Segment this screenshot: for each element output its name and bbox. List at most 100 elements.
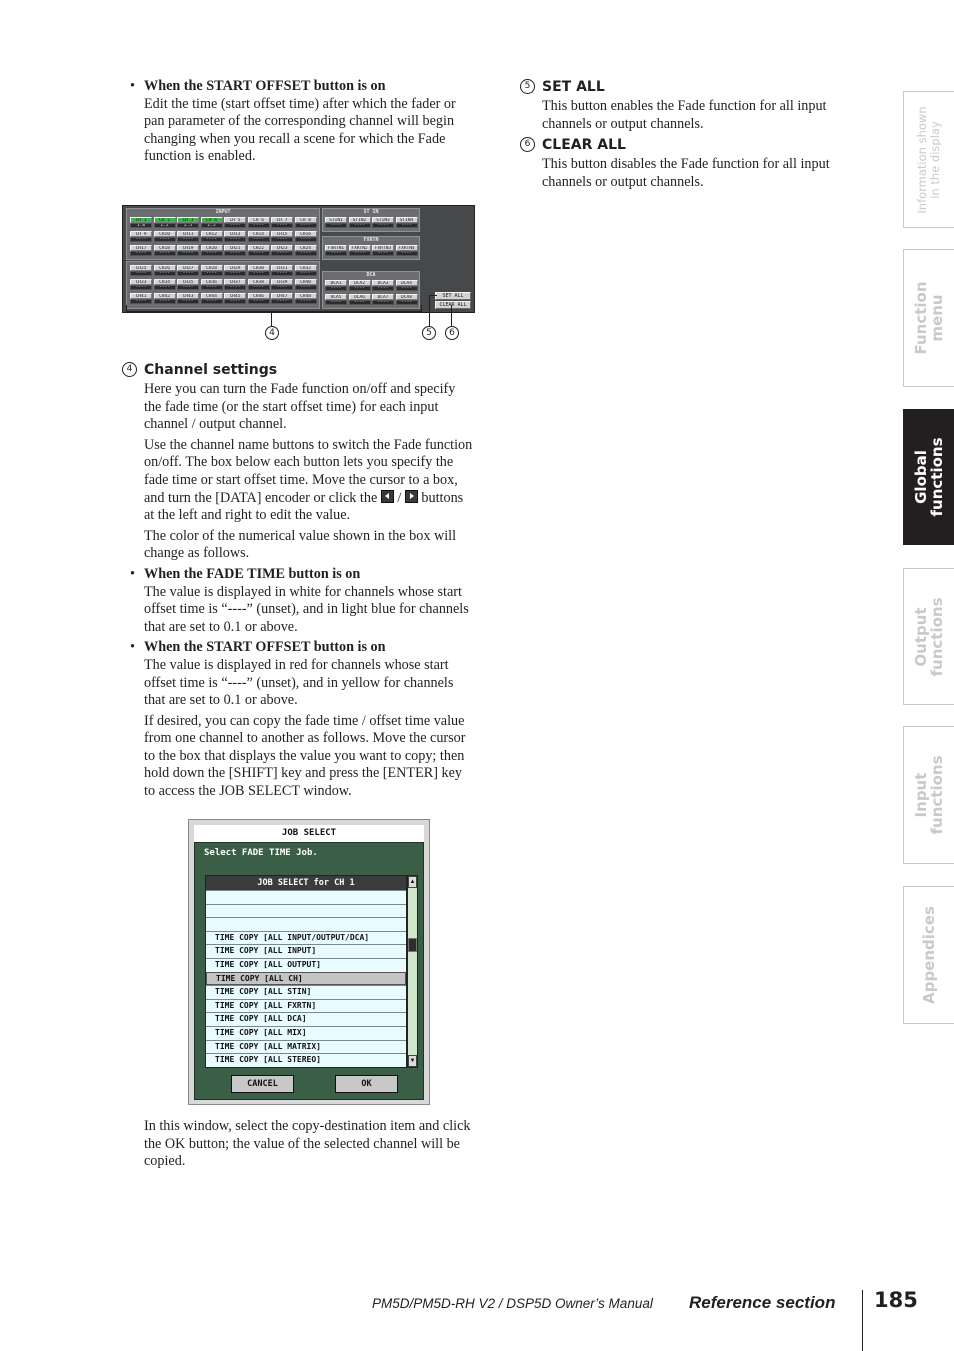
channel-cell: CH 5 ---- — [224, 217, 246, 229]
fade-time-box[interactable]: 1.0 — [130, 223, 152, 228]
fade-time-box[interactable]: ---- — [271, 285, 293, 290]
channel-cell: CH11 ---- — [177, 231, 199, 243]
tab-output-functions[interactable]: Output functions — [903, 568, 954, 705]
channel-cell: DCA2 ---- — [348, 280, 371, 292]
job-list-item[interactable]: TIME COPY [ALL STEREO] — [206, 1053, 406, 1067]
fade-time-box[interactable]: ---- — [200, 237, 223, 242]
fade-time-box[interactable]: ---- — [177, 271, 199, 276]
fade-time-box[interactable]: ---- — [325, 286, 347, 291]
job-list-item[interactable]: TIME COPY [ALL INPUT] — [206, 944, 406, 958]
job-list-item[interactable]: TIME COPY [ALL INPUT/OUTPUT/DCA] — [206, 930, 406, 945]
fade-time-box[interactable]: ---- — [271, 251, 293, 256]
fade-time-box[interactable]: ---- — [348, 286, 371, 291]
fade-time-box[interactable]: ---- — [294, 285, 317, 290]
fade-time-box[interactable]: ---- — [153, 299, 176, 304]
job-list-item[interactable]: TIME COPY [ALL MATRIX] — [206, 1039, 406, 1054]
fade-time-box[interactable]: ---- — [224, 251, 246, 256]
fade-time-box[interactable]: ---- — [130, 285, 152, 290]
scroll-up-icon[interactable]: ▲ — [408, 876, 417, 888]
fade-time-box[interactable]: 2.5 — [200, 223, 223, 228]
fade-time-box[interactable]: ---- — [153, 285, 176, 290]
job-list-item[interactable]: TIME COPY [ALL DCA] — [206, 1012, 406, 1026]
fade-time-box[interactable]: ---- — [130, 271, 152, 276]
fade-time-box[interactable]: ---- — [294, 271, 317, 276]
fade-time-box[interactable]: ---- — [247, 251, 270, 256]
fade-time-box[interactable]: ---- — [395, 251, 418, 256]
fade-time-box[interactable]: ---- — [200, 271, 223, 276]
fade-time-box[interactable]: ---- — [395, 300, 418, 305]
fade-time-box[interactable]: ---- — [325, 223, 347, 228]
fade-time-box[interactable]: ---- — [177, 285, 199, 290]
fade-time-box[interactable]: ---- — [294, 251, 317, 256]
channel-cell: CH29 ---- — [224, 265, 246, 277]
tab-function-menu[interactable]: Function menu — [903, 249, 954, 387]
fade-time-box[interactable]: ---- — [247, 271, 270, 276]
right-arrow-button-icon — [404, 489, 418, 503]
set-all-button[interactable]: SET ALL — [435, 292, 471, 300]
fade-time-box[interactable]: ---- — [224, 223, 246, 228]
fade-time-box[interactable]: ---- — [130, 251, 152, 256]
fade-time-box[interactable]: ---- — [153, 271, 176, 276]
fade-time-box[interactable]: ---- — [325, 251, 347, 256]
fade-time-box[interactable]: ---- — [247, 285, 270, 290]
fade-time-box[interactable]: ---- — [348, 300, 371, 305]
fade-time-box[interactable]: ---- — [372, 251, 394, 256]
channel-cell: CH12 ---- — [200, 231, 223, 243]
fade-time-box[interactable]: ---- — [247, 299, 270, 304]
fade-time-box[interactable]: ---- — [271, 299, 293, 304]
fade-time-box[interactable]: ---- — [348, 251, 371, 256]
fade-time-box[interactable]: ---- — [372, 223, 394, 228]
tab-information-shown[interactable]: Information shown in the display — [903, 91, 954, 228]
fade-time-box[interactable]: ---- — [130, 237, 152, 242]
fade-time-box[interactable]: ---- — [348, 223, 371, 228]
fade-time-box[interactable]: ---- — [153, 251, 176, 256]
clear-all-button[interactable]: CLEAR ALL — [435, 301, 471, 309]
job-list-item[interactable]: TIME COPY [ALL CH] — [206, 971, 406, 986]
fade-time-box[interactable]: 2.5 — [177, 223, 199, 228]
fade-time-box[interactable]: ---- — [271, 237, 293, 242]
fade-time-box[interactable]: ---- — [224, 271, 246, 276]
fade-time-box[interactable]: ---- — [247, 223, 270, 228]
tab-appendices[interactable]: Appendices — [903, 886, 954, 1024]
section-number: 4 — [122, 362, 137, 377]
callout-6: 6 — [445, 326, 459, 340]
tab-global-functions[interactable]: Global functions — [903, 409, 954, 545]
fade-time-box[interactable]: ---- — [177, 251, 199, 256]
fade-time-box[interactable]: ---- — [294, 237, 317, 242]
tab-input-functions[interactable]: Input functions — [903, 726, 954, 864]
fade-time-box[interactable]: ---- — [177, 299, 199, 304]
fade-time-box[interactable]: ---- — [200, 285, 223, 290]
fade-time-box[interactable]: ---- — [224, 299, 246, 304]
fade-time-box[interactable]: ---- — [372, 286, 394, 291]
ok-button[interactable]: OK — [335, 1075, 398, 1093]
cancel-button[interactable]: CANCEL — [231, 1075, 294, 1093]
fade-time-box[interactable]: 1.2 — [153, 223, 176, 228]
fade-time-box[interactable]: ---- — [325, 300, 347, 305]
fade-time-box[interactable]: ---- — [200, 251, 223, 256]
fade-time-box[interactable]: ---- — [294, 299, 317, 304]
fade-time-box[interactable]: ---- — [271, 223, 293, 228]
fade-time-box[interactable]: ---- — [247, 237, 270, 242]
job-list-item[interactable]: TIME COPY [ALL OUTPUT] — [206, 957, 406, 972]
fade-time-box[interactable]: ---- — [177, 237, 199, 242]
channel-cell: CH10 ---- — [153, 231, 176, 243]
fade-time-box[interactable]: ---- — [200, 299, 223, 304]
channel-cell: CH36 ---- — [200, 279, 223, 291]
job-list-item[interactable]: TIME COPY [ALL STIN] — [206, 985, 406, 999]
channel-cell: CH16 ---- — [294, 231, 317, 243]
fade-time-box[interactable]: ---- — [130, 299, 152, 304]
scroll-down-icon[interactable]: ▼ — [408, 1055, 417, 1067]
fade-time-box[interactable]: ---- — [224, 285, 246, 290]
fade-time-box[interactable]: ---- — [294, 223, 317, 228]
scroll-thumb[interactable] — [408, 938, 417, 952]
fade-time-box[interactable]: ---- — [372, 300, 394, 305]
job-list-item[interactable]: TIME COPY [ALL MIX] — [206, 1025, 406, 1040]
job-list-item[interactable]: TIME COPY [ALL FXRTN] — [206, 998, 406, 1013]
callout-line-6 — [451, 305, 452, 326]
job-list-scrollbar[interactable]: ▲ ▼ — [407, 875, 418, 1068]
fade-time-box[interactable]: ---- — [153, 237, 176, 242]
fade-time-box[interactable]: ---- — [224, 237, 246, 242]
fade-time-box[interactable]: ---- — [395, 286, 418, 291]
fade-time-box[interactable]: ---- — [395, 223, 418, 228]
fade-time-box[interactable]: ---- — [271, 271, 293, 276]
